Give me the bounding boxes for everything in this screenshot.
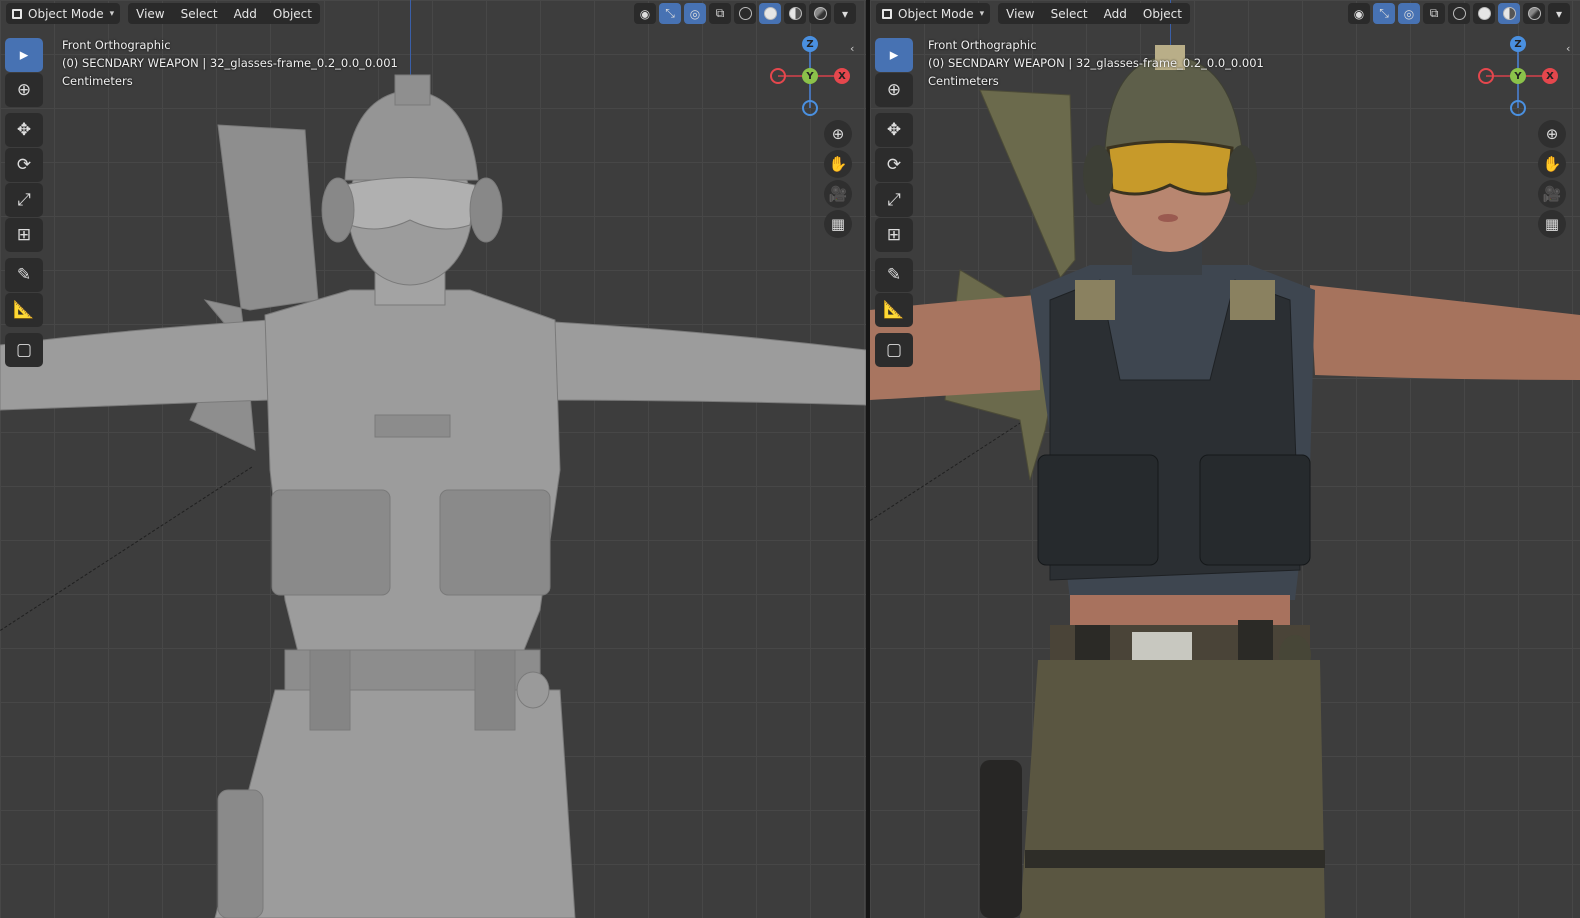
- viewport-header: Object Mode ▾ View Select Add Object ◉ ⤡…: [0, 0, 866, 27]
- units-label: Centimeters: [928, 74, 999, 88]
- gizmo-neg-x-axis[interactable]: [770, 68, 786, 84]
- mode-label: Object Mode: [898, 6, 974, 21]
- xray-icon[interactable]: ⧉: [709, 3, 731, 24]
- menu-view[interactable]: View: [128, 7, 172, 21]
- navigation-buttons: ⊕ ✋ 🎥 ▦: [1538, 120, 1568, 240]
- shading-wireframe-button[interactable]: [1448, 3, 1470, 24]
- scale-tool[interactable]: ⤢: [5, 183, 43, 217]
- view-name: Front Orthographic: [928, 38, 1037, 52]
- character-textured-render: [870, 45, 1580, 918]
- object-mode-icon: [882, 8, 892, 19]
- rotate-tool[interactable]: ⟳: [875, 148, 913, 182]
- camera-icon[interactable]: 🎥: [1538, 180, 1566, 208]
- character-solid-render: [0, 74, 866, 918]
- shading-rendered-button[interactable]: [1523, 3, 1545, 24]
- header-menus: View Select Add Object: [128, 3, 320, 24]
- transform-tool[interactable]: ⊞: [5, 218, 43, 252]
- add-cube-tool[interactable]: ▢: [875, 333, 913, 367]
- shading-options-chevron-icon[interactable]: ▾: [834, 3, 856, 24]
- object-mode-icon: [12, 8, 22, 19]
- gizmo-toggle-icon[interactable]: ⤡: [1373, 3, 1395, 24]
- shading-rendered-button[interactable]: [809, 3, 831, 24]
- gizmo-neg-z-axis[interactable]: [1510, 100, 1526, 116]
- sidebar-collapse-icon[interactable]: ‹: [850, 42, 854, 55]
- cursor-tool[interactable]: ⊕: [5, 73, 43, 107]
- menu-select[interactable]: Select: [173, 7, 226, 21]
- move-tool[interactable]: ✥: [5, 113, 43, 147]
- overlays-icon[interactable]: ◎: [684, 3, 706, 24]
- cursor-tool[interactable]: ⊕: [875, 73, 913, 107]
- navigation-gizmo[interactable]: Z Y X: [1478, 36, 1558, 116]
- grid-icon[interactable]: ▦: [824, 210, 852, 238]
- gizmo-y-axis[interactable]: Y: [802, 68, 818, 84]
- measure-tool[interactable]: 📐: [5, 293, 43, 327]
- scale-tool[interactable]: ⤢: [875, 183, 913, 217]
- gizmo-neg-x-axis[interactable]: [1478, 68, 1494, 84]
- shading-options-chevron-icon[interactable]: ▾: [1548, 3, 1570, 24]
- mode-label: Object Mode: [28, 6, 104, 21]
- select-box-tool[interactable]: ▸: [875, 38, 913, 72]
- units-label: Centimeters: [62, 74, 133, 88]
- menu-view[interactable]: View: [998, 7, 1042, 21]
- gizmo-toggle-icon[interactable]: ⤡: [659, 3, 681, 24]
- chevron-down-icon: ▾: [109, 8, 115, 19]
- menu-object[interactable]: Object: [1135, 7, 1190, 21]
- gizmo-x-axis[interactable]: X: [1542, 68, 1558, 84]
- visibility-icon[interactable]: ◉: [1348, 3, 1370, 24]
- viewport-header: Object Mode ▾ View Select Add Object ◉ ⤡…: [870, 0, 1580, 27]
- transform-tool[interactable]: ⊞: [875, 218, 913, 252]
- viewport-info: Front Orthographic (0) SECNDARY WEAPON |…: [928, 36, 1264, 90]
- pan-hand-icon[interactable]: ✋: [1538, 150, 1566, 178]
- select-box-tool[interactable]: ▸: [5, 38, 43, 72]
- shading-wireframe-button[interactable]: [734, 3, 756, 24]
- shading-solid-button[interactable]: [759, 3, 781, 24]
- header-menus: View Select Add Object: [998, 3, 1190, 24]
- gizmo-neg-z-axis[interactable]: [802, 100, 818, 116]
- right-3d-viewport[interactable]: Object Mode ▾ View Select Add Object ◉ ⤡…: [870, 0, 1580, 918]
- shading-material-button[interactable]: [784, 3, 806, 24]
- tool-shelf: ▸ ⊕ ✥ ⟳ ⤢ ⊞ ✎ 📐 ▢: [875, 38, 913, 368]
- shading-solid-button[interactable]: [1473, 3, 1495, 24]
- visibility-icon[interactable]: ◉: [634, 3, 656, 24]
- gizmo-z-axis[interactable]: Z: [1510, 36, 1526, 52]
- overlays-icon[interactable]: ◎: [1398, 3, 1420, 24]
- navigation-buttons: ⊕ ✋ 🎥 ▦: [824, 120, 854, 240]
- zoom-icon[interactable]: ⊕: [1538, 120, 1566, 148]
- object-info: (0) SECNDARY WEAPON | 32_glasses-frame_0…: [928, 56, 1264, 70]
- annotate-tool[interactable]: ✎: [5, 258, 43, 292]
- menu-add[interactable]: Add: [1096, 7, 1135, 21]
- gizmo-x-axis[interactable]: X: [834, 68, 850, 84]
- viewport-info: Front Orthographic (0) SECNDARY WEAPON |…: [62, 36, 398, 90]
- sidebar-collapse-icon[interactable]: ‹: [1566, 42, 1570, 55]
- rotate-tool[interactable]: ⟳: [5, 148, 43, 182]
- view-name: Front Orthographic: [62, 38, 171, 52]
- left-3d-viewport[interactable]: Object Mode ▾ View Select Add Object ◉ ⤡…: [0, 0, 866, 918]
- object-info: (0) SECNDARY WEAPON | 32_glasses-frame_0…: [62, 56, 398, 70]
- xray-icon[interactable]: ⧉: [1423, 3, 1445, 24]
- measure-tool[interactable]: 📐: [875, 293, 913, 327]
- mode-selector[interactable]: Object Mode ▾: [6, 3, 121, 24]
- navigation-gizmo[interactable]: Z Y X: [770, 36, 850, 116]
- add-cube-tool[interactable]: ▢: [5, 333, 43, 367]
- gizmo-z-axis[interactable]: Z: [802, 36, 818, 52]
- gizmo-y-axis[interactable]: Y: [1510, 68, 1526, 84]
- zoom-icon[interactable]: ⊕: [824, 120, 852, 148]
- header-controls: ◉ ⤡ ◎ ⧉ ▾: [1348, 3, 1570, 24]
- menu-add[interactable]: Add: [226, 7, 265, 21]
- menu-select[interactable]: Select: [1043, 7, 1096, 21]
- pan-hand-icon[interactable]: ✋: [824, 150, 852, 178]
- annotate-tool[interactable]: ✎: [875, 258, 913, 292]
- tool-shelf: ▸ ⊕ ✥ ⟳ ⤢ ⊞ ✎ 📐 ▢: [5, 38, 43, 368]
- menu-object[interactable]: Object: [265, 7, 320, 21]
- camera-icon[interactable]: 🎥: [824, 180, 852, 208]
- chevron-down-icon: ▾: [979, 8, 985, 19]
- move-tool[interactable]: ✥: [875, 113, 913, 147]
- mode-selector[interactable]: Object Mode ▾: [876, 3, 991, 24]
- shading-material-button[interactable]: [1498, 3, 1520, 24]
- grid-icon[interactable]: ▦: [1538, 210, 1566, 238]
- header-controls: ◉ ⤡ ◎ ⧉ ▾: [634, 3, 856, 24]
